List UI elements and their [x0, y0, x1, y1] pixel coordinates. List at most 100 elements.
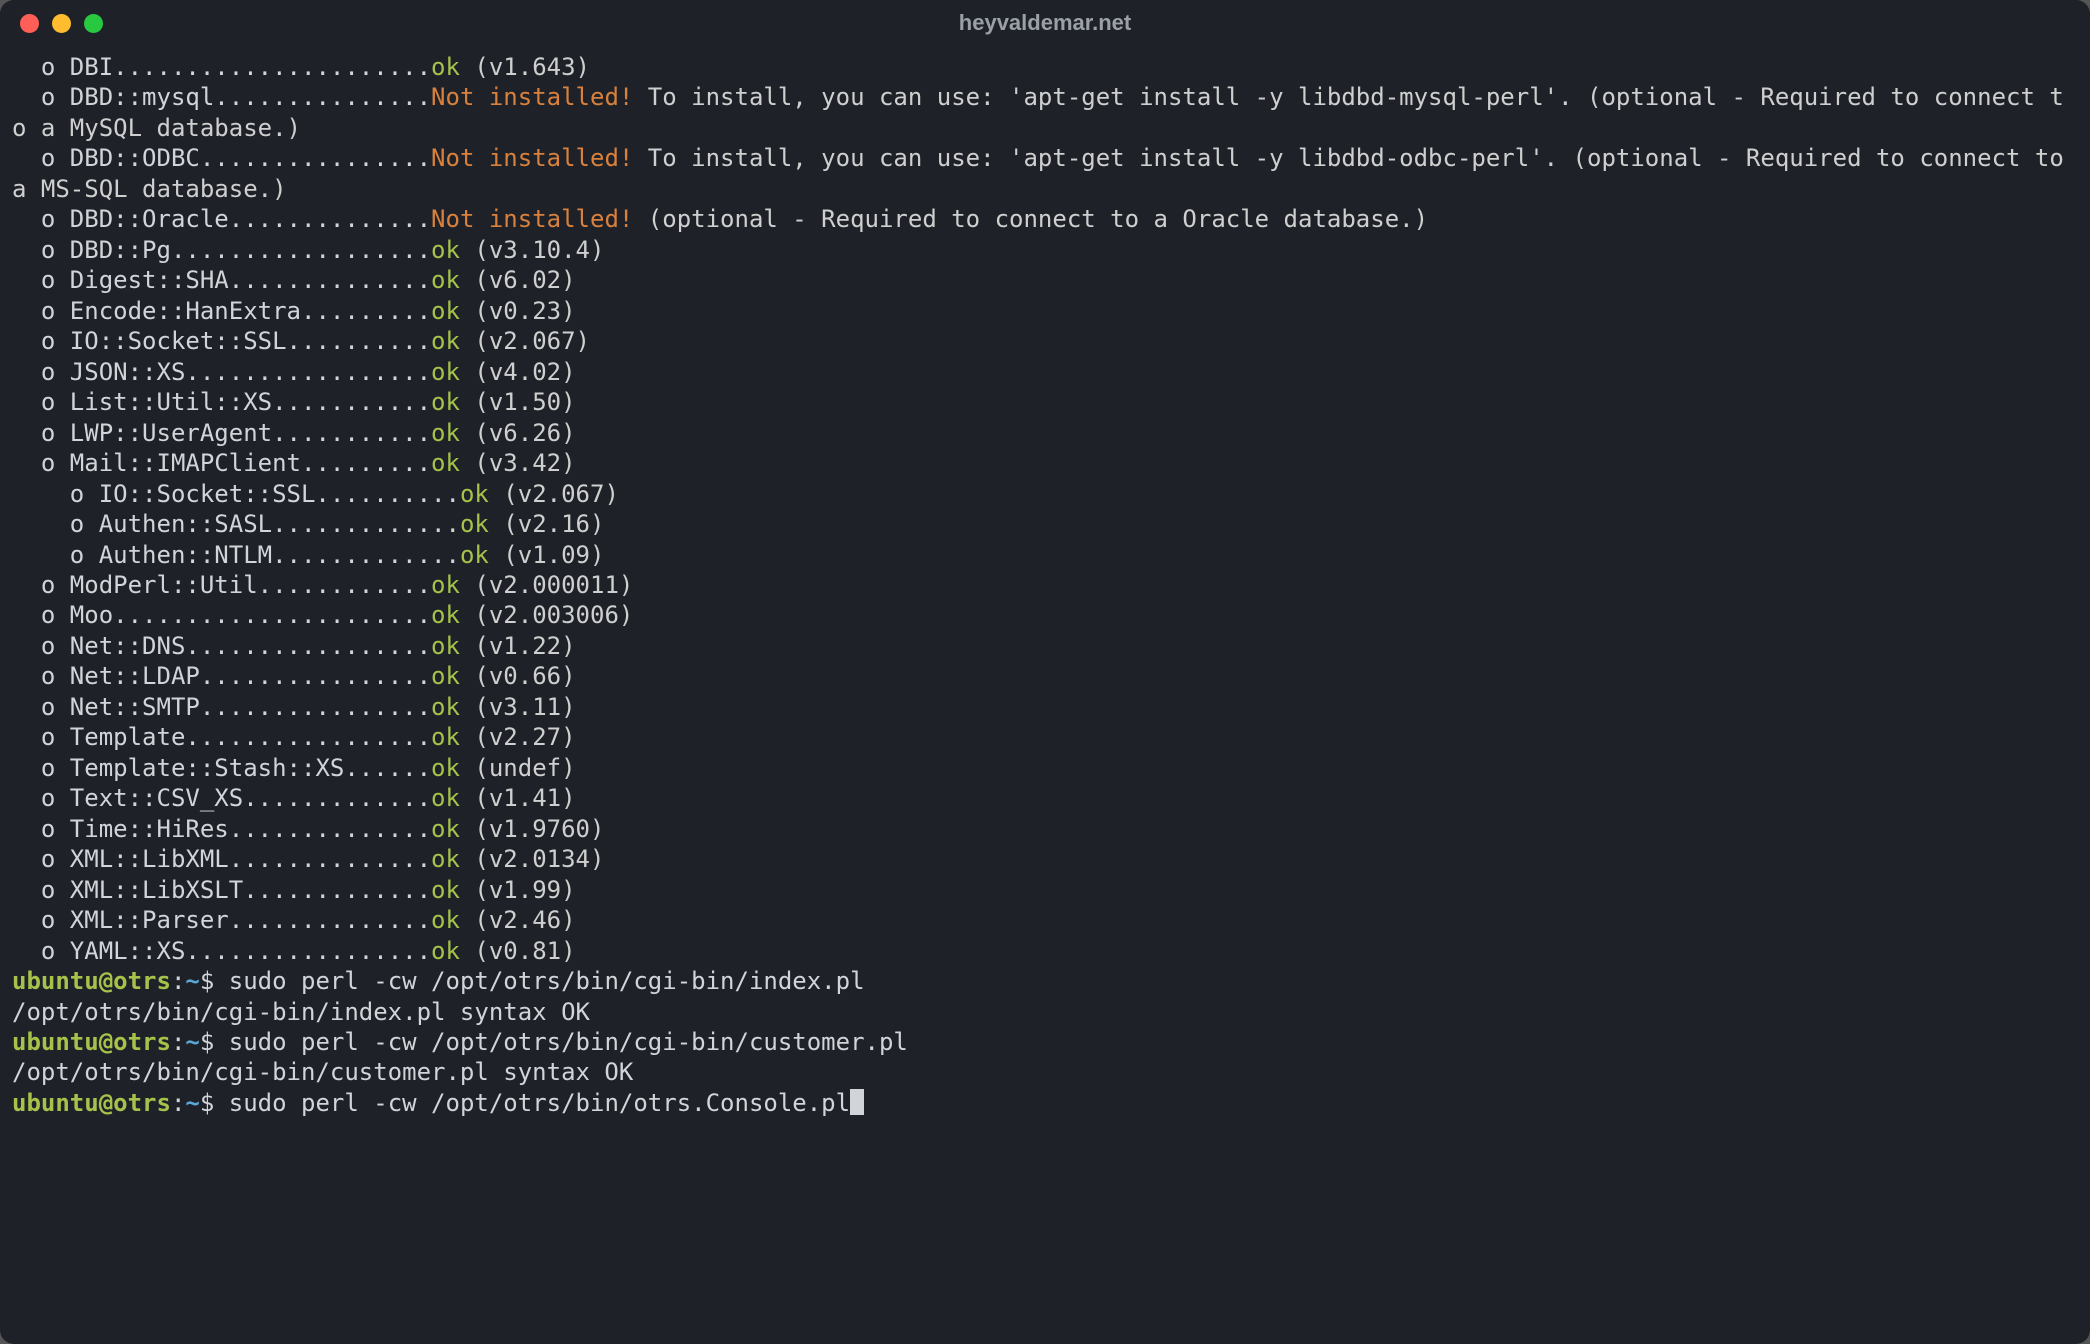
- module-row: o LWP::UserAgent...........ok (v6.26): [12, 418, 2078, 448]
- module-row: o Authen::SASL.............ok (v2.16): [12, 509, 2078, 539]
- module-name: o Authen::SASL.............: [12, 510, 460, 538]
- module-name: o JSON::XS.................: [12, 358, 431, 386]
- command-output: /opt/otrs/bin/cgi-bin/customer.pl syntax…: [12, 1057, 2078, 1087]
- module-row: o Mail::IMAPClient.........ok (v3.42): [12, 448, 2078, 478]
- module-extra: (v2.27): [460, 723, 576, 751]
- current-command-text[interactable]: sudo perl -cw /opt/otrs/bin/otrs.Console…: [229, 1089, 850, 1117]
- module-row: o Moo......................ok (v2.003006…: [12, 600, 2078, 630]
- module-extra: (v0.66): [460, 662, 576, 690]
- module-extra: (v2.067): [460, 327, 590, 355]
- command-text: sudo perl -cw /opt/otrs/bin/cgi-bin/cust…: [229, 1028, 908, 1056]
- module-extra: (v1.9760): [460, 815, 605, 843]
- module-row: o Encode::HanExtra.........ok (v0.23): [12, 296, 2078, 326]
- status-ok: ok: [431, 327, 460, 355]
- status-ok: ok: [460, 541, 489, 569]
- status-ok: ok: [431, 297, 460, 325]
- module-extra: (v1.22): [460, 632, 576, 660]
- prompt-host: otrs: [113, 967, 171, 995]
- module-row: o DBD::Oracle..............Not installed…: [12, 204, 2078, 234]
- module-row: o Net::SMTP................ok (v3.11): [12, 692, 2078, 722]
- module-name: o Time::HiRes..............: [12, 815, 431, 843]
- prompt-host: otrs: [113, 1028, 171, 1056]
- prompt-sigil: $: [200, 967, 229, 995]
- status-ok: ok: [460, 480, 489, 508]
- status-ok: ok: [431, 53, 460, 81]
- prompt-host: otrs: [113, 1089, 171, 1117]
- command-output: /opt/otrs/bin/cgi-bin/index.pl syntax OK: [12, 997, 2078, 1027]
- prompt-colon: :: [171, 1089, 185, 1117]
- close-button[interactable]: [20, 14, 39, 33]
- module-name: o DBD::mysql...............: [12, 83, 431, 111]
- module-name: o Digest::SHA..............: [12, 266, 431, 294]
- maximize-button[interactable]: [84, 14, 103, 33]
- module-name: o Text::CSV_XS.............: [12, 784, 431, 812]
- module-row: o Authen::NTLM.............ok (v1.09): [12, 540, 2078, 570]
- module-row: o Template.................ok (v2.27): [12, 722, 2078, 752]
- module-name: o Moo......................: [12, 601, 431, 629]
- module-name: o XML::Parser..............: [12, 906, 431, 934]
- terminal-output[interactable]: o DBI......................ok (v1.643) o…: [0, 46, 2090, 1130]
- module-name: o List::Util::XS...........: [12, 388, 431, 416]
- module-row: o List::Util::XS...........ok (v1.50): [12, 387, 2078, 417]
- status-ok: ok: [431, 723, 460, 751]
- module-extra: (undef): [460, 754, 576, 782]
- module-extra: (v2.000011): [460, 571, 633, 599]
- module-name: o ModPerl::Util............: [12, 571, 431, 599]
- minimize-button[interactable]: [52, 14, 71, 33]
- module-extra: (v3.10.4): [460, 236, 605, 264]
- window-title: heyvaldemar.net: [0, 9, 2090, 37]
- module-name: o Net::DNS.................: [12, 632, 431, 660]
- status-ok: ok: [431, 419, 460, 447]
- module-extra: (v2.067): [489, 480, 619, 508]
- status-ok: ok: [431, 662, 460, 690]
- prompt-path: ~: [185, 1028, 199, 1056]
- status-not-installed: Not installed!: [431, 205, 633, 233]
- module-row: o IO::Socket::SSL..........ok (v2.067): [12, 326, 2078, 356]
- status-ok: ok: [431, 693, 460, 721]
- module-extra: (v0.81): [460, 937, 576, 965]
- module-row: o DBI......................ok (v1.643): [12, 52, 2078, 82]
- module-row: o Text::CSV_XS.............ok (v1.41): [12, 783, 2078, 813]
- module-row: o XML::LibXML..............ok (v2.0134): [12, 844, 2078, 874]
- module-row: o Net::LDAP................ok (v0.66): [12, 661, 2078, 691]
- module-extra: (optional - Required to connect to a Ora…: [633, 205, 1428, 233]
- status-ok: ok: [431, 906, 460, 934]
- prompt-at: @: [99, 967, 113, 995]
- module-name: o DBD::Oracle..............: [12, 205, 431, 233]
- module-row: o XML::LibXSLT.............ok (v1.99): [12, 875, 2078, 905]
- module-name: o Template.................: [12, 723, 431, 751]
- prompt-sigil: $: [200, 1089, 229, 1117]
- status-ok: ok: [431, 754, 460, 782]
- module-extra: (v2.003006): [460, 601, 633, 629]
- titlebar: heyvaldemar.net: [0, 0, 2090, 46]
- module-name: o Mail::IMAPClient.........: [12, 449, 431, 477]
- cursor: [850, 1089, 864, 1115]
- command-line: ubuntu@otrs:~$ sudo perl -cw /opt/otrs/b…: [12, 1027, 2078, 1057]
- prompt-sigil: $: [200, 1028, 229, 1056]
- status-ok: ok: [431, 449, 460, 477]
- module-extra: (v2.0134): [460, 845, 605, 873]
- status-ok: ok: [431, 815, 460, 843]
- prompt-colon: :: [171, 967, 185, 995]
- module-name: o Encode::HanExtra.........: [12, 297, 431, 325]
- command-text: sudo perl -cw /opt/otrs/bin/cgi-bin/inde…: [229, 967, 865, 995]
- module-extra: (v1.09): [489, 541, 605, 569]
- prompt-user: ubuntu: [12, 967, 99, 995]
- module-row: o DBD::ODBC................Not installed…: [12, 143, 2078, 204]
- status-ok: ok: [431, 937, 460, 965]
- status-ok: ok: [431, 876, 460, 904]
- prompt-colon: :: [171, 1028, 185, 1056]
- module-name: o YAML::XS.................: [12, 937, 431, 965]
- status-not-installed: Not installed!: [431, 83, 633, 111]
- status-ok: ok: [431, 388, 460, 416]
- module-row: o ModPerl::Util............ok (v2.000011…: [12, 570, 2078, 600]
- module-extra: (v6.26): [460, 419, 576, 447]
- current-command-line[interactable]: ubuntu@otrs:~$ sudo perl -cw /opt/otrs/b…: [12, 1088, 2078, 1118]
- module-extra: (v1.50): [460, 388, 576, 416]
- status-ok: ok: [460, 510, 489, 538]
- module-name: o DBI......................: [12, 53, 431, 81]
- module-row: o DBD::Pg..................ok (v3.10.4): [12, 235, 2078, 265]
- module-name: o IO::Socket::SSL..........: [12, 480, 460, 508]
- prompt-user: ubuntu: [12, 1028, 99, 1056]
- status-ok: ok: [431, 266, 460, 294]
